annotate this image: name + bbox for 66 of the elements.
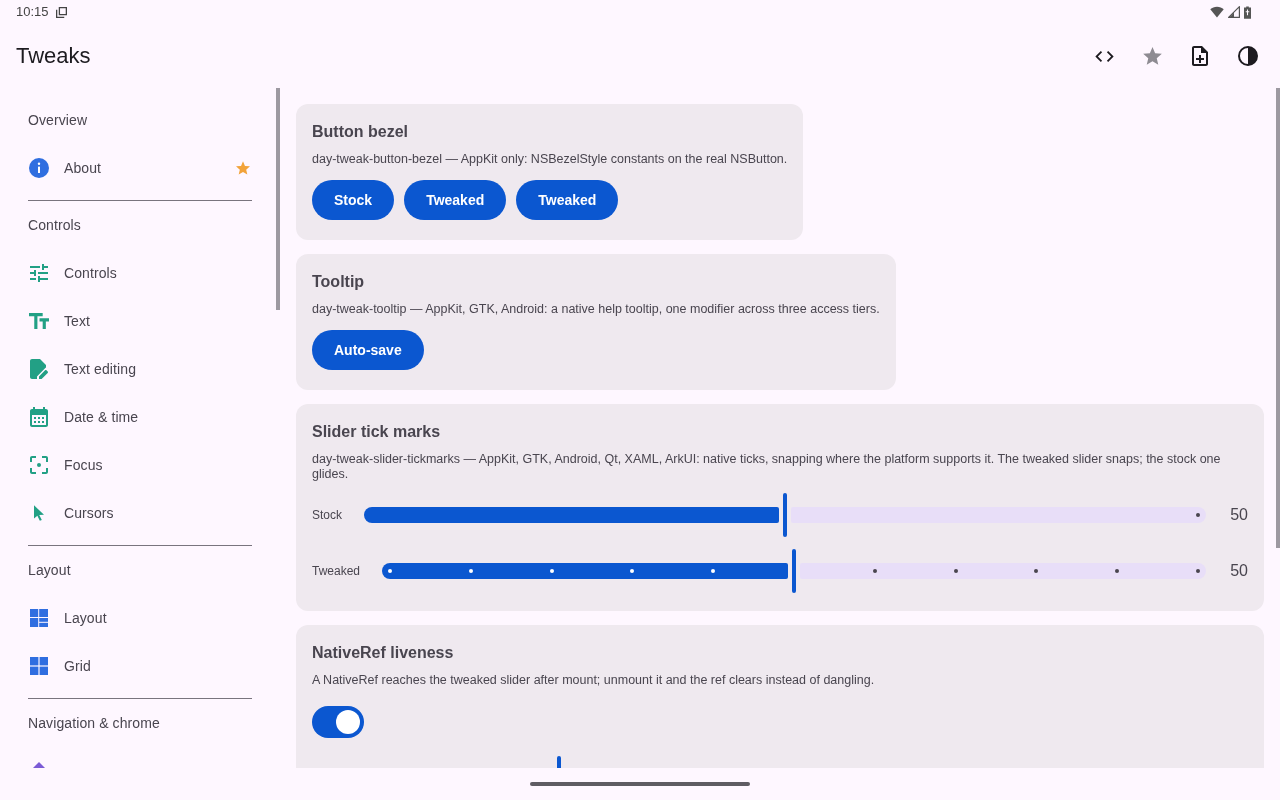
card-title: Tooltip bbox=[312, 272, 366, 292]
code-icon[interactable] bbox=[1094, 50, 1114, 62]
tick-mark-icon bbox=[549, 569, 554, 573]
add-document-icon[interactable] bbox=[1192, 46, 1208, 66]
card-description: A NativeRef reaches the tweaked slider after mount; unmount it and the ref clears instead of dangling. bbox=[312, 673, 876, 688]
section-heading: Controls bbox=[28, 215, 82, 235]
action-button[interactable]: Tweaked bbox=[404, 180, 507, 220]
info-icon bbox=[29, 158, 49, 178]
slider-track[interactable] bbox=[382, 549, 1207, 593]
sidebar-item[interactable]: Focus bbox=[28, 441, 252, 489]
action-button[interactable]: Tweaked bbox=[516, 180, 619, 220]
cursor-icon bbox=[34, 505, 44, 521]
sidebar-item[interactable]: Cursors bbox=[28, 489, 252, 537]
section-heading: Layout bbox=[28, 560, 72, 580]
tick-mark-icon bbox=[630, 569, 635, 573]
sidebar-item[interactable]: Controls bbox=[28, 249, 252, 297]
scrollbar-thumb[interactable] bbox=[1276, 88, 1280, 548]
section-heading: Navigation & chrome bbox=[28, 713, 161, 733]
status-time: 10:15 bbox=[16, 4, 49, 20]
sidebar-item[interactable]: Text editing bbox=[28, 345, 252, 393]
text-size-icon bbox=[29, 313, 49, 329]
wifi-icon bbox=[1210, 6, 1224, 18]
app-title: Tweaks bbox=[16, 42, 91, 70]
document-edit-icon bbox=[30, 359, 48, 379]
section-heading: Overview bbox=[28, 110, 89, 130]
sidebar-item[interactable]: Date & time bbox=[28, 393, 252, 441]
tick-mark-icon bbox=[1196, 569, 1201, 573]
focus-icon bbox=[30, 456, 48, 474]
battery-icon bbox=[1244, 5, 1251, 19]
sidebar-item[interactable]: About bbox=[28, 144, 252, 192]
star-icon[interactable] bbox=[1142, 47, 1162, 65]
copy-icon bbox=[55, 6, 67, 18]
dashboard-icon bbox=[30, 609, 48, 627]
action-button[interactable]: Auto-save bbox=[312, 330, 424, 370]
tick-mark-icon bbox=[1115, 569, 1120, 573]
tick-mark-icon bbox=[1034, 569, 1039, 573]
grid-icon bbox=[30, 657, 48, 675]
tick-mark-icon bbox=[953, 569, 958, 573]
card-title: Button bezel bbox=[312, 122, 409, 142]
card-description: day-tweak-tooltip — AppKit, GTK, Android: a native help tooltip, one modifier across three access tiers. bbox=[312, 302, 880, 317]
tick-mark-icon bbox=[872, 569, 877, 573]
contrast-icon[interactable] bbox=[1238, 46, 1258, 66]
slider-label: Stock bbox=[312, 507, 342, 524]
tick-mark-icon bbox=[1196, 513, 1200, 517]
tick-mark-icon bbox=[711, 569, 716, 573]
tick-mark-icon bbox=[468, 569, 473, 573]
slider-value: 50 bbox=[1230, 561, 1248, 581]
calendar-icon bbox=[30, 407, 48, 427]
signal-icon bbox=[1228, 6, 1240, 18]
scrollbar-thumb[interactable] bbox=[276, 88, 280, 310]
card-title: Slider tick marks bbox=[312, 422, 442, 442]
card-description: day-tweak-slider-tickmarks — AppKit, GTK, Android, Qt, XAML, ArkUI: native ticks, snapping where the platform supports it. The tweaked slider snaps; the stock one glides. bbox=[312, 452, 1222, 482]
slider-value: 50 bbox=[1230, 505, 1248, 525]
sidebar-item[interactable]: Text bbox=[28, 297, 252, 345]
sliders-icon bbox=[30, 264, 48, 282]
slider-label: Tweaked bbox=[312, 563, 361, 580]
sidebar-item[interactable]: Grid bbox=[28, 642, 252, 690]
card-description: day-tweak-button-bezel — AppKit only: NSBezelStyle constants on the real NSButton. bbox=[312, 152, 788, 167]
slider-thumb[interactable] bbox=[792, 549, 797, 593]
action-button[interactable]: Stock bbox=[312, 180, 395, 220]
slider-thumb[interactable] bbox=[783, 493, 787, 537]
card-title: NativeRef liveness bbox=[312, 643, 455, 663]
sidebar-item[interactable]: Layout bbox=[28, 594, 252, 642]
toggle-switch[interactable] bbox=[312, 706, 364, 738]
tick-mark-icon bbox=[388, 569, 393, 573]
slider-track[interactable] bbox=[364, 493, 1207, 537]
